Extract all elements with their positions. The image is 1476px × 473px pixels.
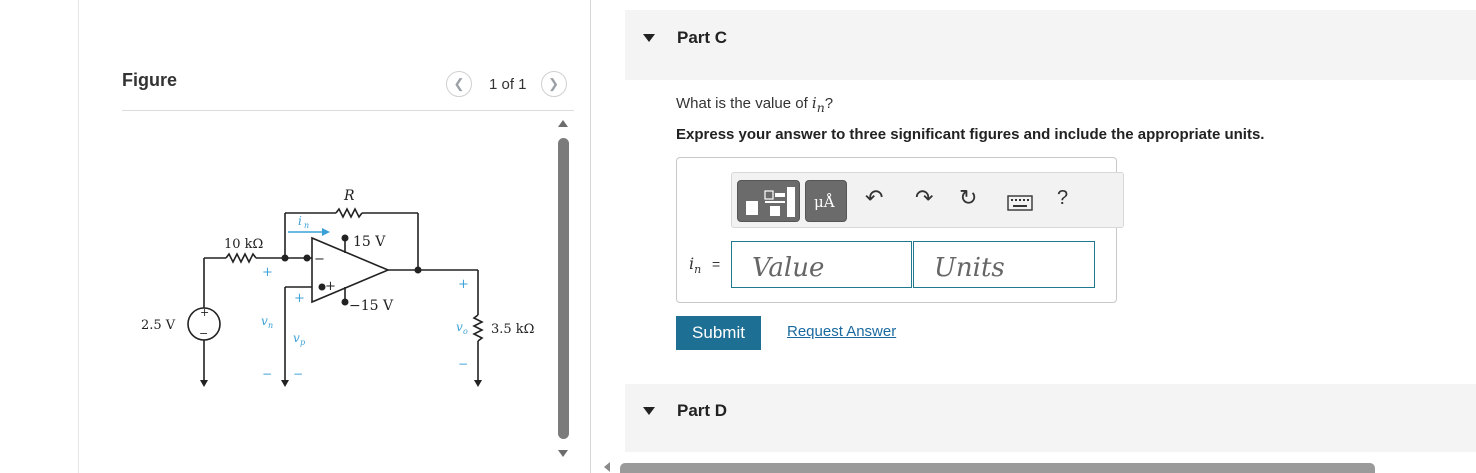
panel-divider[interactable] [590, 0, 591, 473]
question-variable: in [812, 94, 825, 115]
fraction-template-icon [746, 187, 795, 217]
scroll-up-arrow[interactable] [558, 120, 568, 127]
math-toolbar: μÅ ↶ ↷ ↻ ? [731, 172, 1124, 228]
units-input[interactable] [913, 241, 1095, 288]
caret-down-icon [643, 407, 655, 415]
source-plus: + [200, 306, 209, 319]
answer-variable-label: in [689, 254, 701, 276]
question-suffix: ? [824, 95, 834, 112]
vo-minus: − [458, 357, 468, 371]
vp-sub: p [300, 338, 305, 347]
figure-title: Figure [122, 70, 178, 90]
keyboard-icon[interactable] [1007, 195, 1033, 211]
part-c-title: Part C [677, 28, 728, 47]
units-button[interactable]: μÅ [805, 180, 847, 222]
chevron-left-icon: ❮ [453, 76, 465, 91]
circuit-diagram: i n R 10 kΩ 15 V −15 V 2.5 V 3.5 kΩ − + … [141, 188, 534, 387]
vp-plus: + [294, 291, 305, 306]
vn-sub: n [268, 321, 273, 330]
resistor-10k-label: 10 kΩ [224, 237, 263, 252]
submit-button[interactable]: Submit [676, 316, 761, 350]
horizontal-scrollbar-thumb[interactable] [620, 463, 1375, 473]
load-label: 3.5 kΩ [491, 322, 534, 337]
vn-label: v [261, 314, 268, 328]
undo-icon[interactable]: ↶ [865, 185, 883, 211]
next-figure-button[interactable]: ❯ [540, 71, 567, 97]
vp-label: v [293, 331, 300, 345]
opamp-plus: + [325, 279, 336, 294]
question-text: What is the value of in? [676, 94, 833, 115]
vee-label: −15 V [349, 298, 394, 314]
request-answer-link[interactable]: Request Answer [787, 323, 896, 340]
help-icon[interactable]: ? [1057, 185, 1068, 211]
pager-label: 1 of 1 [489, 75, 527, 93]
answer-equals: = [712, 256, 721, 272]
vo-sub: o [463, 327, 468, 336]
vp-minus: − [293, 367, 303, 381]
prev-figure-button[interactable]: ❮ [446, 71, 472, 97]
reset-icon[interactable]: ↻ [959, 185, 977, 211]
caret-down-icon [643, 34, 655, 42]
vo-plus: + [458, 277, 469, 292]
question-var-sub: n [816, 100, 825, 115]
resistor-r-label: R [343, 188, 355, 204]
source-label: 2.5 V [141, 318, 176, 333]
figure-pager: ❮ 1 of 1 ❯ [446, 71, 567, 97]
redo-icon[interactable]: ↷ [915, 185, 933, 211]
units-symbol-icon: μÅ [814, 193, 835, 211]
part-d-title: Part D [677, 401, 728, 420]
question-prefix: What is the value of [676, 95, 812, 112]
vn-minus: − [262, 367, 272, 381]
answer-var-sub: n [694, 263, 702, 277]
vcc-label: 15 V [353, 234, 386, 250]
part-d-header[interactable]: Part D [625, 384, 1476, 452]
scroll-left-arrow[interactable] [604, 462, 610, 472]
value-input[interactable] [731, 241, 912, 288]
current-label: i [298, 214, 302, 228]
chevron-right-icon: ❯ [548, 76, 559, 91]
source-minus: − [199, 327, 208, 340]
figure-divider [122, 110, 574, 111]
left-border [78, 0, 79, 473]
figure-scrollbar-thumb[interactable] [558, 138, 569, 439]
opamp-minus: − [314, 252, 325, 267]
instruction-text: Express your answer to three significant… [676, 126, 1265, 143]
templates-button[interactable] [737, 180, 800, 222]
current-label-sub: n [304, 221, 309, 230]
vn-plus: + [262, 265, 273, 280]
scroll-down-arrow[interactable] [558, 450, 568, 457]
vo-label: v [456, 320, 463, 334]
part-c-header[interactable]: Part C [625, 10, 1476, 80]
